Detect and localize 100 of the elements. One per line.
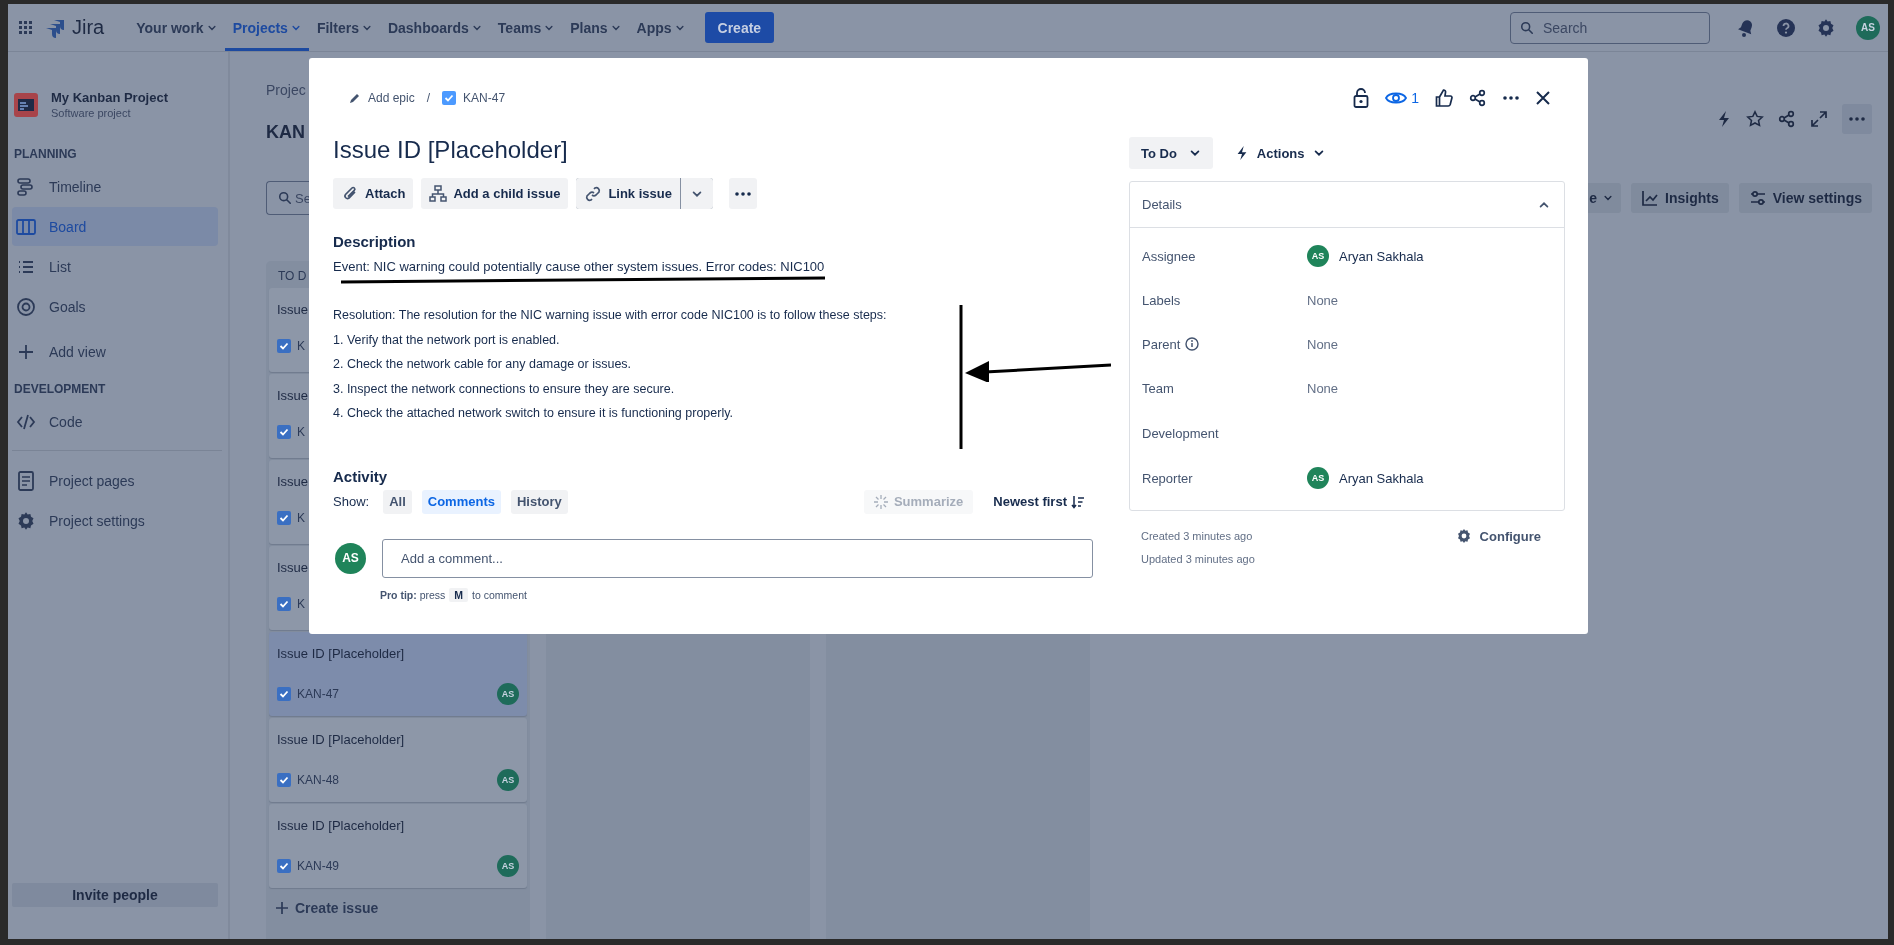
issue-key: KAN-47 [297,687,340,701]
comment-field[interactable]: Add a comment... [382,538,1093,578]
nav-menu-item[interactable]: Teams [489,4,563,51]
app-name[interactable]: Jira [72,16,105,39]
task-checkbox-icon [442,91,457,105]
task-checkbox-icon [277,597,291,611]
task-checkbox-icon [277,773,291,787]
settings-icon[interactable] [1816,17,1836,38]
nav-menu-item[interactable]: Apps [628,4,693,51]
nav-menu-item[interactable]: Filters [308,4,380,51]
sidebar-item[interactable]: List [12,247,218,286]
issue-key: KAN-48 [297,773,340,787]
add-child-issue-button[interactable]: Add a child issue [421,178,569,209]
breadcrumb-link[interactable]: Projec [266,82,306,98]
more-icon [1849,117,1865,121]
user-avatar: AS [335,542,366,574]
sidebar-item[interactable]: Goals [12,287,218,326]
sliders-icon [1748,189,1767,207]
add-epic-link[interactable]: Add epic [349,91,415,105]
user-avatar: AS [1307,467,1329,489]
issue-key-link[interactable]: KAN-47 [442,91,506,105]
help-icon[interactable] [1776,17,1796,38]
actions-dropdown[interactable]: Actions [1226,137,1333,169]
filter-tab[interactable]: History [510,489,568,514]
field-value[interactable]: None [1307,380,1339,396]
nav-menu-item[interactable]: Your work [128,4,225,51]
board-columns-icon [16,216,36,237]
filter-tab[interactable]: Comments [421,489,501,514]
updated-date: Updated 3 minutes ago [1141,552,1255,567]
filter-tab[interactable]: All [383,489,412,514]
task-checkbox-icon [277,425,291,439]
more-button[interactable] [1842,104,1872,134]
more-icon [734,191,751,196]
lightning-icon[interactable] [1716,110,1732,128]
thumbs-up-icon[interactable] [1435,89,1453,107]
settings-icon [1455,528,1472,544]
more-icon[interactable] [1503,96,1519,100]
status-dropdown[interactable]: To Do [1129,137,1213,169]
search-icon [1520,20,1534,35]
app-grid-icon[interactable] [18,19,34,36]
sidebar-item[interactable]: Add view [12,327,218,377]
watchers-button[interactable]: 1 [1385,90,1419,106]
card-title: Issue [277,388,309,403]
invite-people-button[interactable]: Invite people [12,883,218,907]
filter-label: Show: [333,494,370,509]
card-title: Issue [277,474,309,489]
field-label: Labels [1142,292,1181,308]
sidebar-item[interactable]: Timeline [12,167,218,206]
search-icon [278,191,292,205]
link-icon [584,184,603,203]
nav-menu-item[interactable]: Projects [224,4,309,51]
description-text: Event: NIC warning could potentially cause other system issues. Error codes: NIC100 [333,258,825,276]
link-issue-button[interactable]: Link issue [576,178,680,209]
details-header[interactable]: Details [1130,182,1564,228]
info-icon[interactable] [1185,337,1200,351]
create-button[interactable]: Create [704,12,775,43]
unlocked-padlock-icon[interactable] [1353,88,1370,108]
sort-button[interactable]: Newest first [993,494,1085,509]
issue-card[interactable]: Issue ID [Placeholder] KAN-48 AS [269,718,527,802]
field-label: Development [1142,425,1219,441]
sidebar-item[interactable]: Project pages [12,461,218,500]
share-icon[interactable] [1469,89,1487,107]
create-issue-button[interactable]: Create issue [269,890,527,926]
dropdown-button[interactable] [680,178,713,209]
user-name[interactable]: Aryan Sakhala [1339,248,1424,264]
task-checkbox-icon [277,687,291,701]
configure-button[interactable]: Configure [1455,528,1541,544]
field-value[interactable]: None [1307,336,1339,352]
nav-menu-item[interactable]: Plans [562,4,629,51]
settings-icon [16,510,36,531]
section-heading: PLANNING [13,147,78,161]
star-icon[interactable] [1746,110,1764,128]
issue-key: K [297,511,305,525]
user-name[interactable]: Aryan Sakhala [1339,470,1424,486]
attach-button[interactable]: Attach [333,178,414,209]
project-name[interactable]: My Kanban Project [51,90,169,105]
card-title: Issue ID [Placeholder] [277,818,405,833]
toolbar-button[interactable]: View settings [1738,183,1872,213]
issue-card[interactable]: Issue ID [Placeholder] KAN-47 AS [269,632,527,716]
field-label: Team [1142,380,1174,396]
more-button[interactable] [728,178,757,209]
project-type: Software project [51,107,132,119]
toolbar-button[interactable]: Insights [1631,183,1729,213]
sidebar-item[interactable]: Board [12,207,218,246]
sidebar-item[interactable]: Project settings [12,501,218,540]
plus-icon [275,901,289,915]
issue-card[interactable]: Issue ID [Placeholder] KAN-49 AS [269,804,527,888]
list-item: 3. Inspect the network connections to ensure they are secure. [333,380,675,398]
field-value[interactable]: None [1307,292,1339,308]
search-field[interactable]: Search [1510,11,1710,44]
user-avatar: AS [1856,15,1880,40]
chevron-stack-logo-icon [46,17,66,38]
target-icon [16,296,36,317]
nav-menu-item[interactable]: Dashboards [379,4,490,51]
assignee-avatar: AS [497,769,519,791]
close-icon[interactable] [1535,90,1551,106]
expand-icon[interactable] [1810,110,1828,128]
section-heading: Activity [333,466,388,487]
sidebar-item[interactable]: Code [12,402,218,441]
card-title: Issue ID [Placeholder] [277,732,405,747]
